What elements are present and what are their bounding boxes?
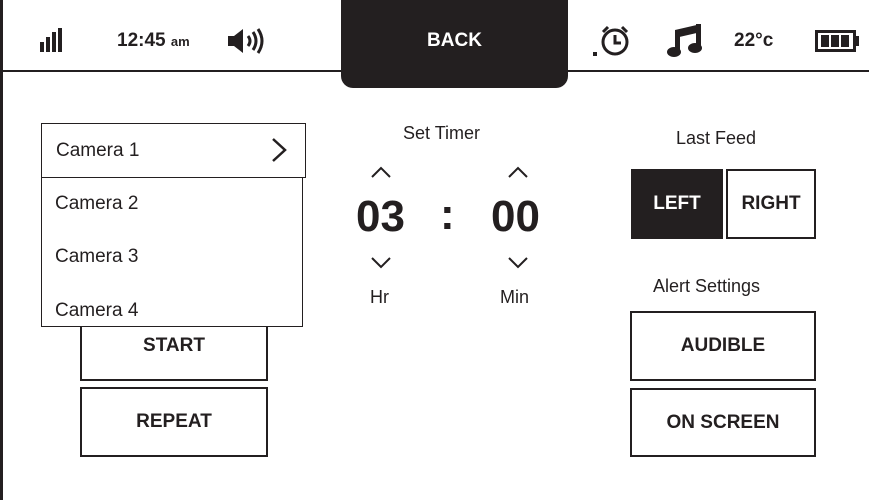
repeat-button-label: REPEAT — [136, 411, 212, 432]
on-screen-button-label: ON SCREEN — [666, 411, 780, 433]
timer-hours-label: Hr — [370, 287, 389, 307]
signal-icon — [40, 28, 64, 52]
music-note-icon[interactable] — [667, 24, 705, 58]
audible-button[interactable]: AUDIBLE — [630, 311, 816, 381]
hours-up-caret-icon[interactable] — [370, 165, 392, 184]
clock-ampm: am — [170, 34, 190, 49]
start-button-label: START — [143, 335, 205, 356]
hours-down-caret-icon[interactable] — [370, 256, 392, 275]
alert-settings-title: Alert Settings — [653, 276, 761, 296]
chevron-right-icon — [271, 137, 287, 169]
clock: 12:45 am — [117, 30, 190, 52]
timer-minutes-value: 00 — [491, 192, 540, 241]
camera-dropdown[interactable]: Camera 1 — [41, 123, 306, 178]
last-feed-right-label: RIGHT — [741, 193, 801, 214]
camera-option-4[interactable]: Camera 4 — [55, 300, 138, 322]
last-feed-title: Last Feed — [676, 128, 757, 148]
timer-separator: : — [440, 190, 455, 239]
status-bar-divider — [0, 70, 869, 72]
camera-selected-label: Camera 1 — [56, 139, 140, 161]
audible-button-label: AUDIBLE — [680, 335, 766, 356]
on-screen-button[interactable]: ON SCREEN — [630, 388, 816, 457]
timer-title: Set Timer — [403, 123, 481, 143]
timer-hours-value: 03 — [356, 192, 405, 241]
alarm-clock-icon[interactable] — [593, 24, 633, 58]
battery-icon — [815, 30, 859, 52]
clock-time: 12:45 — [117, 30, 166, 51]
camera-option-2[interactable]: Camera 2 — [55, 193, 138, 215]
camera-option-3[interactable]: Camera 3 — [55, 246, 138, 268]
last-feed-right-button[interactable]: RIGHT — [726, 169, 816, 239]
device-screen: 12:45 am BACK 22°c START REPEAT Camera 1… — [0, 0, 869, 500]
minutes-up-caret-icon[interactable] — [507, 165, 529, 184]
last-feed-left-button[interactable]: LEFT — [631, 169, 723, 239]
last-feed-left-label: LEFT — [653, 193, 701, 214]
screen-border — [0, 0, 3, 500]
back-button-label: BACK — [427, 30, 482, 51]
timer-minutes-label: Min — [500, 287, 530, 307]
speaker-volume-icon[interactable] — [228, 27, 268, 55]
back-button[interactable]: BACK — [341, 0, 568, 88]
repeat-button[interactable]: REPEAT — [80, 387, 268, 457]
temperature-readout: 22°c — [734, 30, 774, 51]
minutes-down-caret-icon[interactable] — [507, 256, 529, 275]
